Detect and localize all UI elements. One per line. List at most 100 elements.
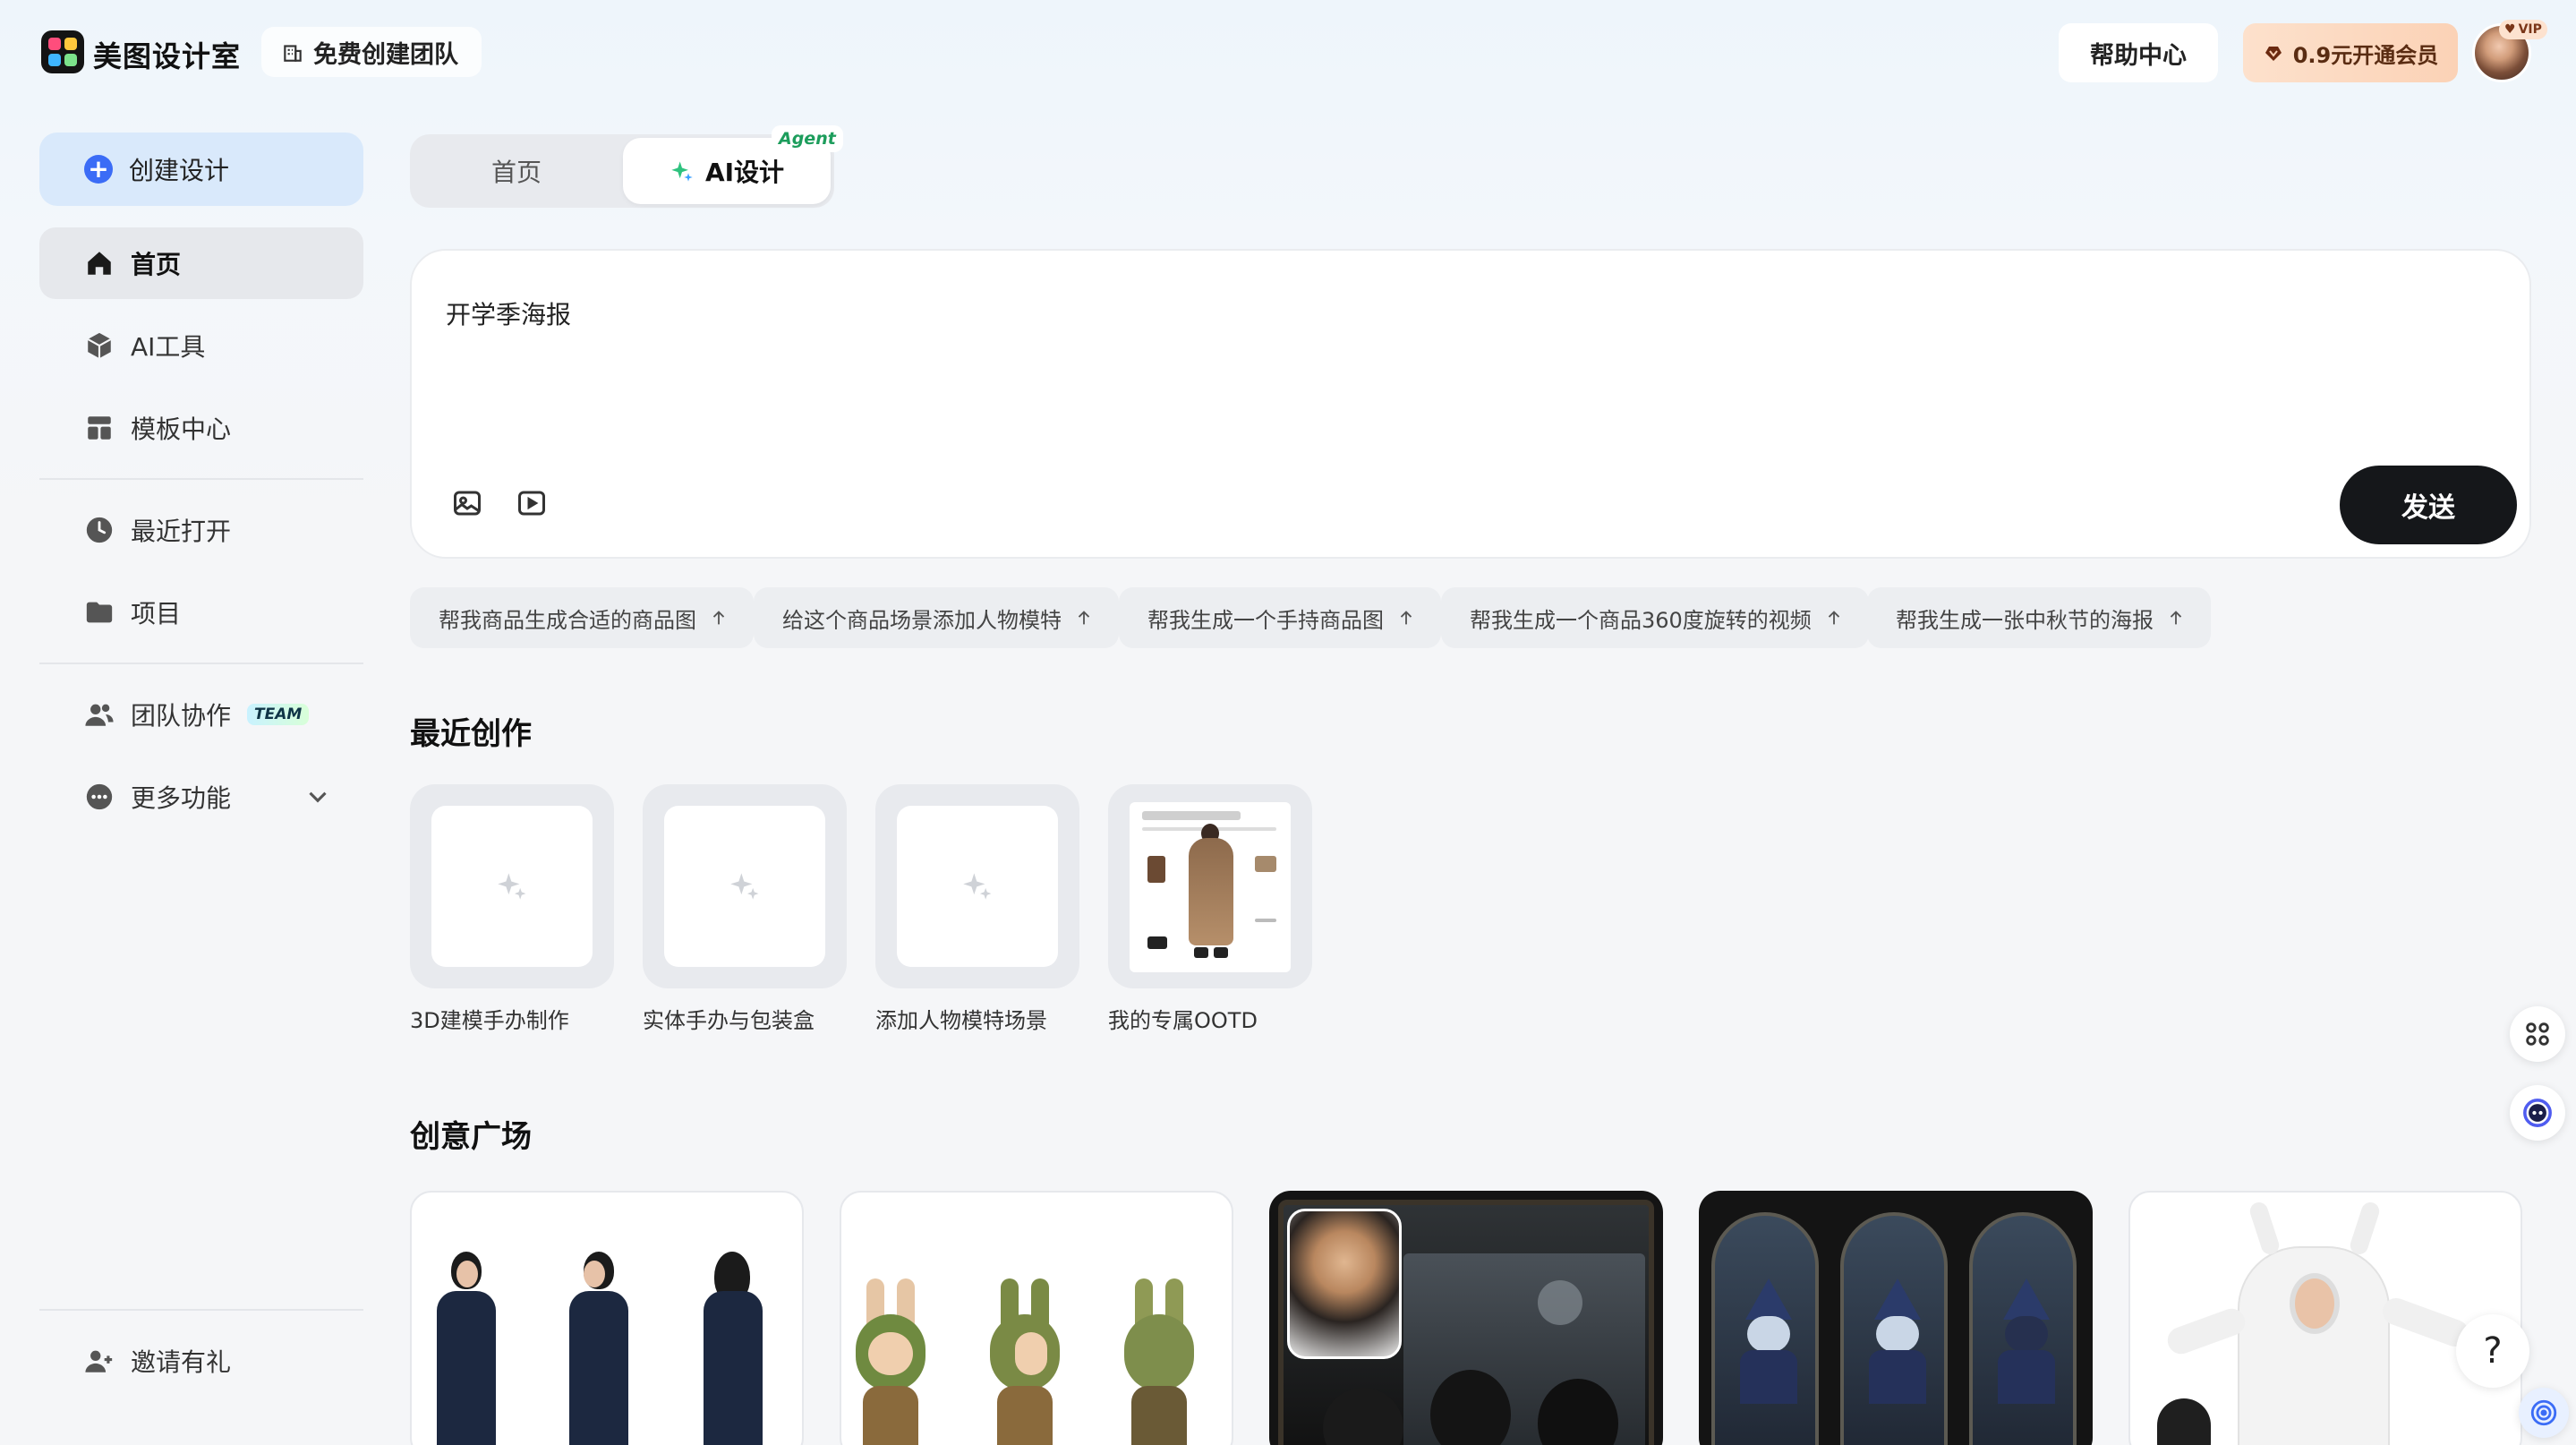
sidebar-item-home[interactable]: 首页 xyxy=(39,227,363,299)
create-design-button[interactable]: + 创建设计 xyxy=(39,133,363,206)
sparkle-icon xyxy=(730,873,759,900)
arch-window xyxy=(1840,1212,1948,1445)
suggestion-chip[interactable]: 帮我生成一个商品360度旋转的视频 xyxy=(1441,587,1869,648)
suggestion-chip[interactable]: 给这个商品场景添加人物模特 xyxy=(754,587,1119,648)
recent-item-label[interactable]: 我的专属OOTD xyxy=(1108,1003,1258,1034)
vip-heart-icon: ♥ xyxy=(2504,22,2516,37)
brand-name[interactable]: 美图设计室 xyxy=(93,34,241,75)
send-button[interactable]: 发送 xyxy=(2340,466,2517,544)
cube-icon xyxy=(87,332,112,359)
prompt-input-box[interactable]: 开学季海报 发送 xyxy=(410,249,2531,559)
sparkle-icon xyxy=(963,873,992,900)
arrow-up-icon xyxy=(2170,611,2182,625)
portrait-inset xyxy=(1287,1209,1402,1359)
video-upload-icon[interactable] xyxy=(516,487,548,519)
toy-figure xyxy=(985,1278,1065,1445)
top-bar: 美图设计室 免费创建团队 帮助中心 0.9元开通会员 ♥ VIP xyxy=(0,0,2576,107)
suggestion-chip[interactable]: 帮我生成一个手持商品图 xyxy=(1119,587,1441,648)
wizard-figure xyxy=(1864,1278,1932,1404)
support-button[interactable] xyxy=(2519,1388,2569,1438)
sparkle-icon xyxy=(671,161,693,182)
apps-grid-icon xyxy=(2526,1022,2549,1046)
model-figure xyxy=(698,1252,764,1445)
gallery-card[interactable] xyxy=(1269,1191,1663,1445)
create-team-button[interactable]: 免费创建团队 xyxy=(261,27,482,77)
gallery-section-title: 创意广场 xyxy=(410,1119,532,1155)
costume-ear xyxy=(2248,1200,2282,1257)
gallery-card[interactable] xyxy=(410,1191,804,1445)
model-figure xyxy=(564,1252,630,1445)
create-team-label: 免费创建团队 xyxy=(313,40,458,69)
recent-item-label[interactable]: 3D建模手办制作 xyxy=(410,1003,569,1034)
target-icon xyxy=(2530,1399,2557,1426)
ootd-thumbnail xyxy=(1130,802,1291,972)
sidebar-item-label: 更多功能 xyxy=(131,783,232,813)
tab-ai-design-label: AI设计 xyxy=(704,158,785,187)
sidebar-item-label: 项目 xyxy=(131,599,182,628)
sidebar-item-team[interactable]: 团队协作 TEAM xyxy=(39,679,363,750)
arch-window xyxy=(1969,1212,2077,1445)
prompt-input[interactable]: 开学季海报 xyxy=(446,295,571,331)
sidebar-item-ai-tools[interactable]: AI工具 xyxy=(39,310,363,381)
recent-item-label[interactable]: 实体手办与包装盒 xyxy=(643,1003,815,1034)
sidebar-item-templates[interactable]: 模板中心 xyxy=(39,392,363,464)
team-badge: TEAM xyxy=(247,704,310,725)
vip-badge: ♥ VIP xyxy=(2499,20,2547,39)
ai-assistant-button[interactable] xyxy=(2510,1085,2565,1141)
more-dots-icon xyxy=(86,783,113,810)
agent-badge: Agent xyxy=(772,125,843,152)
apps-grid-button[interactable] xyxy=(2510,1006,2565,1062)
arrow-up-icon xyxy=(712,611,725,625)
suggestion-chip[interactable]: 帮我生成一张中秋节的海报 xyxy=(1867,587,2211,648)
team-users-icon xyxy=(85,704,114,726)
suggestion-chip-label: 帮我生成一个手持商品图 xyxy=(1147,607,1384,633)
recent-item-card[interactable] xyxy=(875,784,1079,988)
recent-item-card[interactable] xyxy=(643,784,847,988)
vip-subscribe-button[interactable]: 0.9元开通会员 xyxy=(2243,23,2458,82)
help-center-button[interactable]: 帮助中心 xyxy=(2059,23,2218,82)
sidebar-divider xyxy=(39,1309,363,1311)
sparkle-icon xyxy=(498,873,526,900)
sidebar-item-recent[interactable]: 最近打开 xyxy=(39,494,363,566)
sidebar-item-more[interactable]: 更多功能 xyxy=(39,761,363,833)
costume-arm xyxy=(2163,1304,2249,1358)
recent-item-card[interactable] xyxy=(1108,784,1312,988)
toy-figure xyxy=(1119,1278,1199,1445)
recent-section-title: 最近创作 xyxy=(410,716,532,752)
recent-item-placeholder xyxy=(897,806,1058,967)
mode-tabs: 首页 AI设计 xyxy=(410,134,834,208)
wizard-figure xyxy=(1735,1278,1803,1404)
recent-item-label[interactable]: 添加人物模特场景 xyxy=(875,1003,1047,1034)
suggestion-chip-label: 帮我生成一张中秋节的海报 xyxy=(1896,607,2154,633)
vip-subscribe-label: 0.9元开通会员 xyxy=(2292,42,2439,68)
second-person xyxy=(2157,1398,2211,1445)
arrow-up-icon xyxy=(1078,611,1090,625)
sidebar-item-label: 最近打开 xyxy=(131,517,232,546)
robot-face-icon xyxy=(2523,1099,2552,1127)
sidebar-item-invite[interactable]: 邀请有礼 xyxy=(39,1325,363,1397)
home-icon xyxy=(88,252,111,275)
arrow-up-icon xyxy=(1400,611,1412,625)
tab-home[interactable]: 首页 xyxy=(410,134,623,208)
plus-icon: + xyxy=(84,155,113,184)
diamond-heart-icon xyxy=(2265,47,2282,61)
gallery-card[interactable] xyxy=(2128,1191,2522,1445)
template-layout-icon xyxy=(88,416,111,440)
recent-item-placeholder xyxy=(431,806,593,967)
suggestion-chip[interactable]: 帮我商品生成合适的商品图 xyxy=(410,587,754,648)
recent-item-placeholder xyxy=(664,806,825,967)
help-float-button[interactable]: ? xyxy=(2456,1314,2529,1388)
recent-item-card[interactable] xyxy=(410,784,614,988)
sidebar-item-label: AI工具 xyxy=(131,332,206,362)
brand-logo-icon[interactable] xyxy=(41,30,84,73)
sidebar-item-projects[interactable]: 项目 xyxy=(39,577,363,648)
gallery-card[interactable] xyxy=(840,1191,1233,1445)
add-user-icon xyxy=(85,1350,113,1372)
moon xyxy=(1538,1280,1582,1325)
costume-face xyxy=(2290,1273,2340,1334)
sidebar-item-label: 首页 xyxy=(131,250,182,279)
image-upload-icon[interactable] xyxy=(451,487,483,519)
gallery-card[interactable] xyxy=(1699,1191,2093,1445)
chevron-down-icon[interactable] xyxy=(303,782,333,812)
folder-icon xyxy=(86,602,113,623)
